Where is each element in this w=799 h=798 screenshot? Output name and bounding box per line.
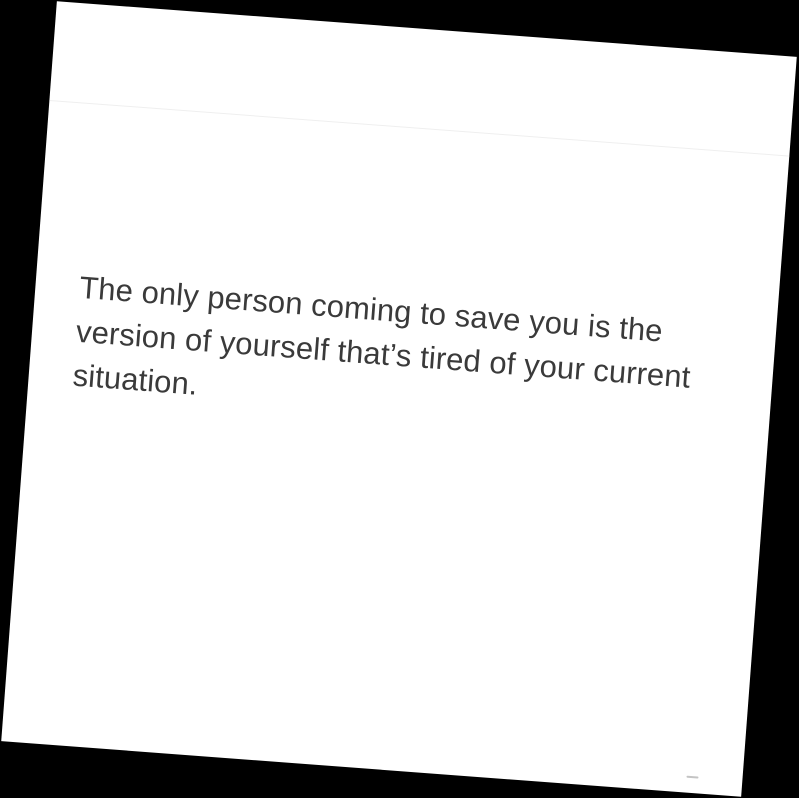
notes-page: The only person coming to save you is th… [1,1,797,797]
header-divider [49,99,790,157]
note-body-text[interactable]: The only person coming to save you is th… [71,266,719,446]
screenshot-frame: The only person coming to save you is th… [0,0,799,798]
scroll-indicator [686,775,699,779]
